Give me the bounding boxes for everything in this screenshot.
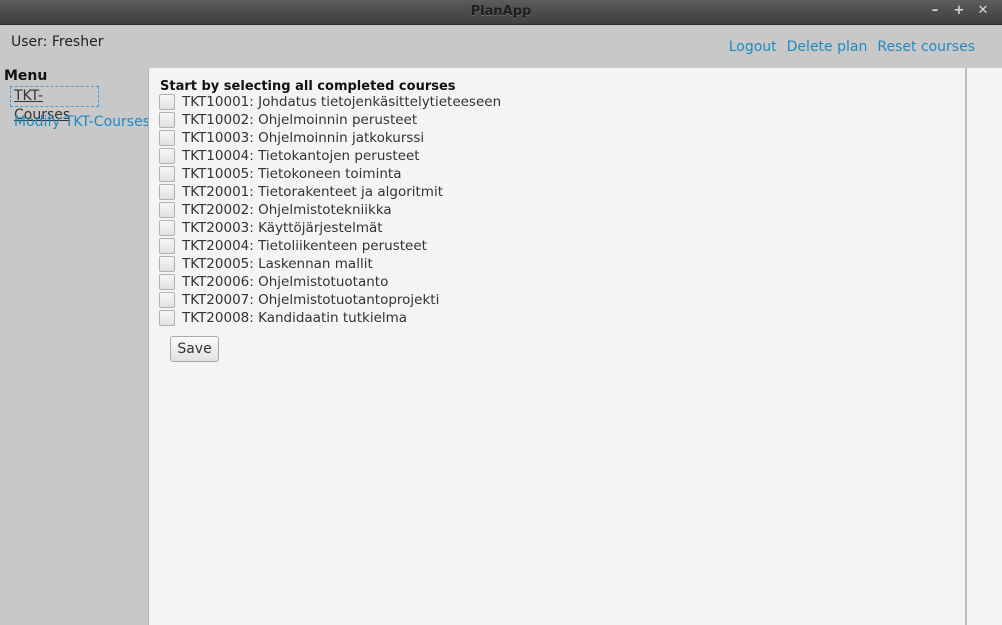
course-label: TKT20007: Ohjelmistotuotantoprojekti bbox=[182, 292, 440, 308]
course-checkbox[interactable] bbox=[159, 292, 175, 308]
course-checkbox[interactable] bbox=[159, 202, 175, 218]
course-checkbox[interactable] bbox=[159, 112, 175, 128]
course-label: TKT20002: Ohjelmistotekniikka bbox=[182, 202, 392, 218]
course-label: TKT20004: Tietoliikenteen perusteet bbox=[182, 238, 427, 254]
course-label: TKT20008: Kandidaatin tutkielma bbox=[182, 310, 408, 326]
save-button[interactable]: Save bbox=[170, 336, 219, 362]
course-label: TKT20001: Tietorakenteet ja algoritmit bbox=[182, 184, 443, 200]
delete-plan-link[interactable]: Delete plan bbox=[787, 39, 868, 55]
course-checkbox[interactable] bbox=[159, 184, 175, 200]
course-row: TKT10003: Ohjelmoinnin jatkokurssi bbox=[159, 129, 501, 147]
course-label: TKT20003: Käyttöjärjestelmät bbox=[182, 220, 383, 236]
course-row: TKT10005: Tietokoneen toiminta bbox=[159, 165, 501, 183]
minimize-icon[interactable]: – bbox=[928, 3, 942, 19]
title-bar: PlanApp – + ✕ bbox=[0, 0, 1002, 25]
reset-courses-link[interactable]: Reset courses bbox=[877, 39, 975, 55]
course-label: TKT10001: Johdatus tietojenkäsittelytiet… bbox=[182, 94, 502, 110]
course-checkbox[interactable] bbox=[159, 238, 175, 254]
course-label: TKT10003: Ohjelmoinnin jatkokurssi bbox=[182, 130, 425, 146]
course-checkbox[interactable] bbox=[159, 220, 175, 236]
course-label: TKT10004: Tietokantojen perusteet bbox=[182, 148, 420, 164]
instruction-text: Start by selecting all completed courses bbox=[160, 79, 456, 94]
course-row: TKT10002: Ohjelmoinnin perusteet bbox=[159, 111, 501, 129]
user-label: User: Fresher bbox=[11, 34, 104, 50]
course-checkbox[interactable] bbox=[159, 148, 175, 164]
window-controls: – + ✕ bbox=[928, 3, 990, 19]
main-content: Start by selecting all completed courses… bbox=[148, 68, 965, 625]
course-checkbox[interactable] bbox=[159, 94, 175, 110]
menu-item-tkt-courses[interactable]: TKT-Courses bbox=[10, 86, 99, 123]
close-icon[interactable]: ✕ bbox=[976, 3, 990, 19]
course-label: TKT20006: Ohjelmistotuotanto bbox=[182, 274, 389, 290]
course-row: TKT20007: Ohjelmistotuotantoprojekti bbox=[159, 291, 501, 309]
course-list: TKT10001: Johdatus tietojenkäsittelytiet… bbox=[159, 93, 501, 327]
header-links: Logout Delete plan Reset courses bbox=[729, 39, 975, 55]
course-checkbox[interactable] bbox=[159, 256, 175, 272]
course-label: TKT20005: Laskennan mallit bbox=[182, 256, 373, 272]
maximize-icon[interactable]: + bbox=[952, 3, 966, 19]
course-row: TKT20005: Laskennan mallit bbox=[159, 255, 501, 273]
course-row: TKT20004: Tietoliikenteen perusteet bbox=[159, 237, 501, 255]
course-row: TKT20003: Käyttöjärjestelmät bbox=[159, 219, 501, 237]
course-checkbox[interactable] bbox=[159, 166, 175, 182]
logout-link[interactable]: Logout bbox=[729, 39, 777, 55]
course-checkbox[interactable] bbox=[159, 130, 175, 146]
course-row: TKT20001: Tietorakenteet ja algoritmit bbox=[159, 183, 501, 201]
course-label: TKT10005: Tietokoneen toiminta bbox=[182, 166, 402, 182]
course-row: TKT20008: Kandidaatin tutkielma bbox=[159, 309, 501, 327]
menu-title: Menu bbox=[4, 68, 48, 84]
course-row: TKT10004: Tietokantojen perusteet bbox=[159, 147, 501, 165]
course-row: TKT20002: Ohjelmistotekniikka bbox=[159, 201, 501, 219]
course-checkbox[interactable] bbox=[159, 274, 175, 290]
menu-item-modify-tkt-courses[interactable]: Modify TKT-Courses bbox=[14, 114, 150, 130]
course-row: TKT20006: Ohjelmistotuotanto bbox=[159, 273, 501, 291]
window-title: PlanApp bbox=[470, 4, 532, 19]
course-checkbox[interactable] bbox=[159, 310, 175, 326]
course-row: TKT10001: Johdatus tietojenkäsittelytiet… bbox=[159, 93, 501, 111]
course-label: TKT10002: Ohjelmoinnin perusteet bbox=[182, 112, 418, 128]
right-panel bbox=[965, 68, 1002, 625]
